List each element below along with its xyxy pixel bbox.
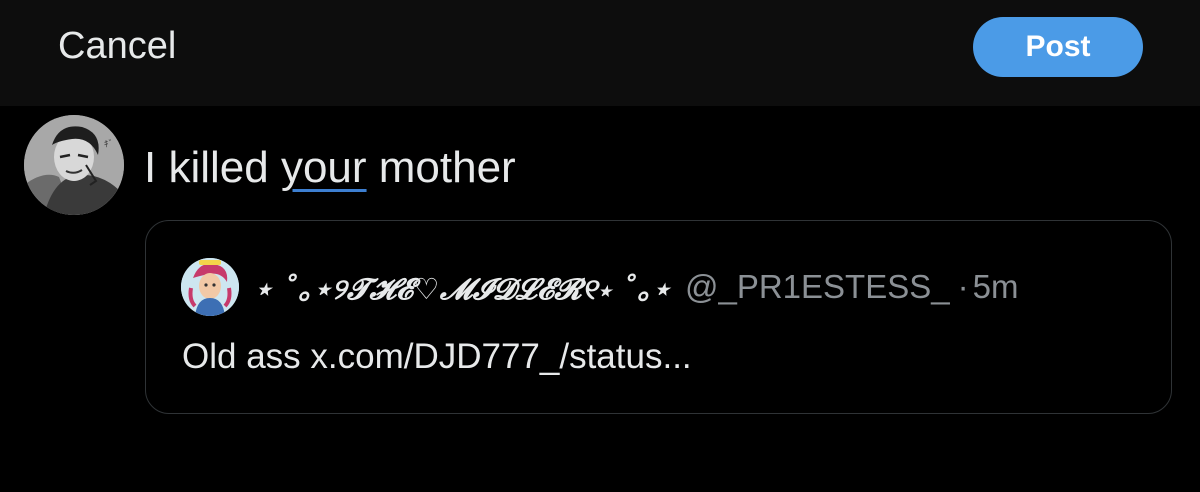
- quoted-avatar-icon: [181, 258, 239, 316]
- compose-text-start: I killed: [144, 143, 281, 192]
- quoted-timestamp: 5m: [972, 268, 1019, 305]
- cancel-button[interactable]: Cancel: [58, 22, 176, 70]
- svg-text:ｷﾞ: ｷﾞ: [104, 139, 113, 150]
- avatar[interactable]: ｷﾞ: [24, 115, 124, 215]
- quoted-handle: @_PR1ESTESS_: [684, 268, 950, 305]
- quoted-post-body: Old ass x.com/DJD777_/status...: [182, 337, 692, 376]
- quoted-separator: ·: [957, 268, 969, 305]
- quoted-post-header: ⋆ ˚｡⋆୨𝓣𝓗𝓔♡𝓜𝓘𝓓𝓛𝓔𝓡୧⋆ ˚｡⋆ @_PR1ESTESS_ · 5m: [254, 265, 1018, 309]
- compose-header: Cancel Post: [0, 0, 1200, 106]
- quoted-display-name: ⋆ ˚｡⋆୨𝓣𝓗𝓔♡𝓜𝓘𝓓𝓛𝓔𝓡୧⋆ ˚｡⋆: [254, 272, 671, 306]
- user-avatar-icon: ｷﾞ: [24, 115, 124, 215]
- misspelled-word[interactable]: your: [281, 143, 367, 192]
- post-button[interactable]: Post: [973, 17, 1143, 77]
- compose-text-end: mother: [366, 143, 516, 192]
- compose-text[interactable]: I killed your mother: [144, 140, 516, 196]
- quoted-post-card[interactable]: ⋆ ˚｡⋆୨𝓣𝓗𝓔♡𝓜𝓘𝓓𝓛𝓔𝓡୧⋆ ˚｡⋆ @_PR1ESTESS_ · 5m…: [145, 220, 1172, 414]
- quoted-avatar: [181, 258, 239, 316]
